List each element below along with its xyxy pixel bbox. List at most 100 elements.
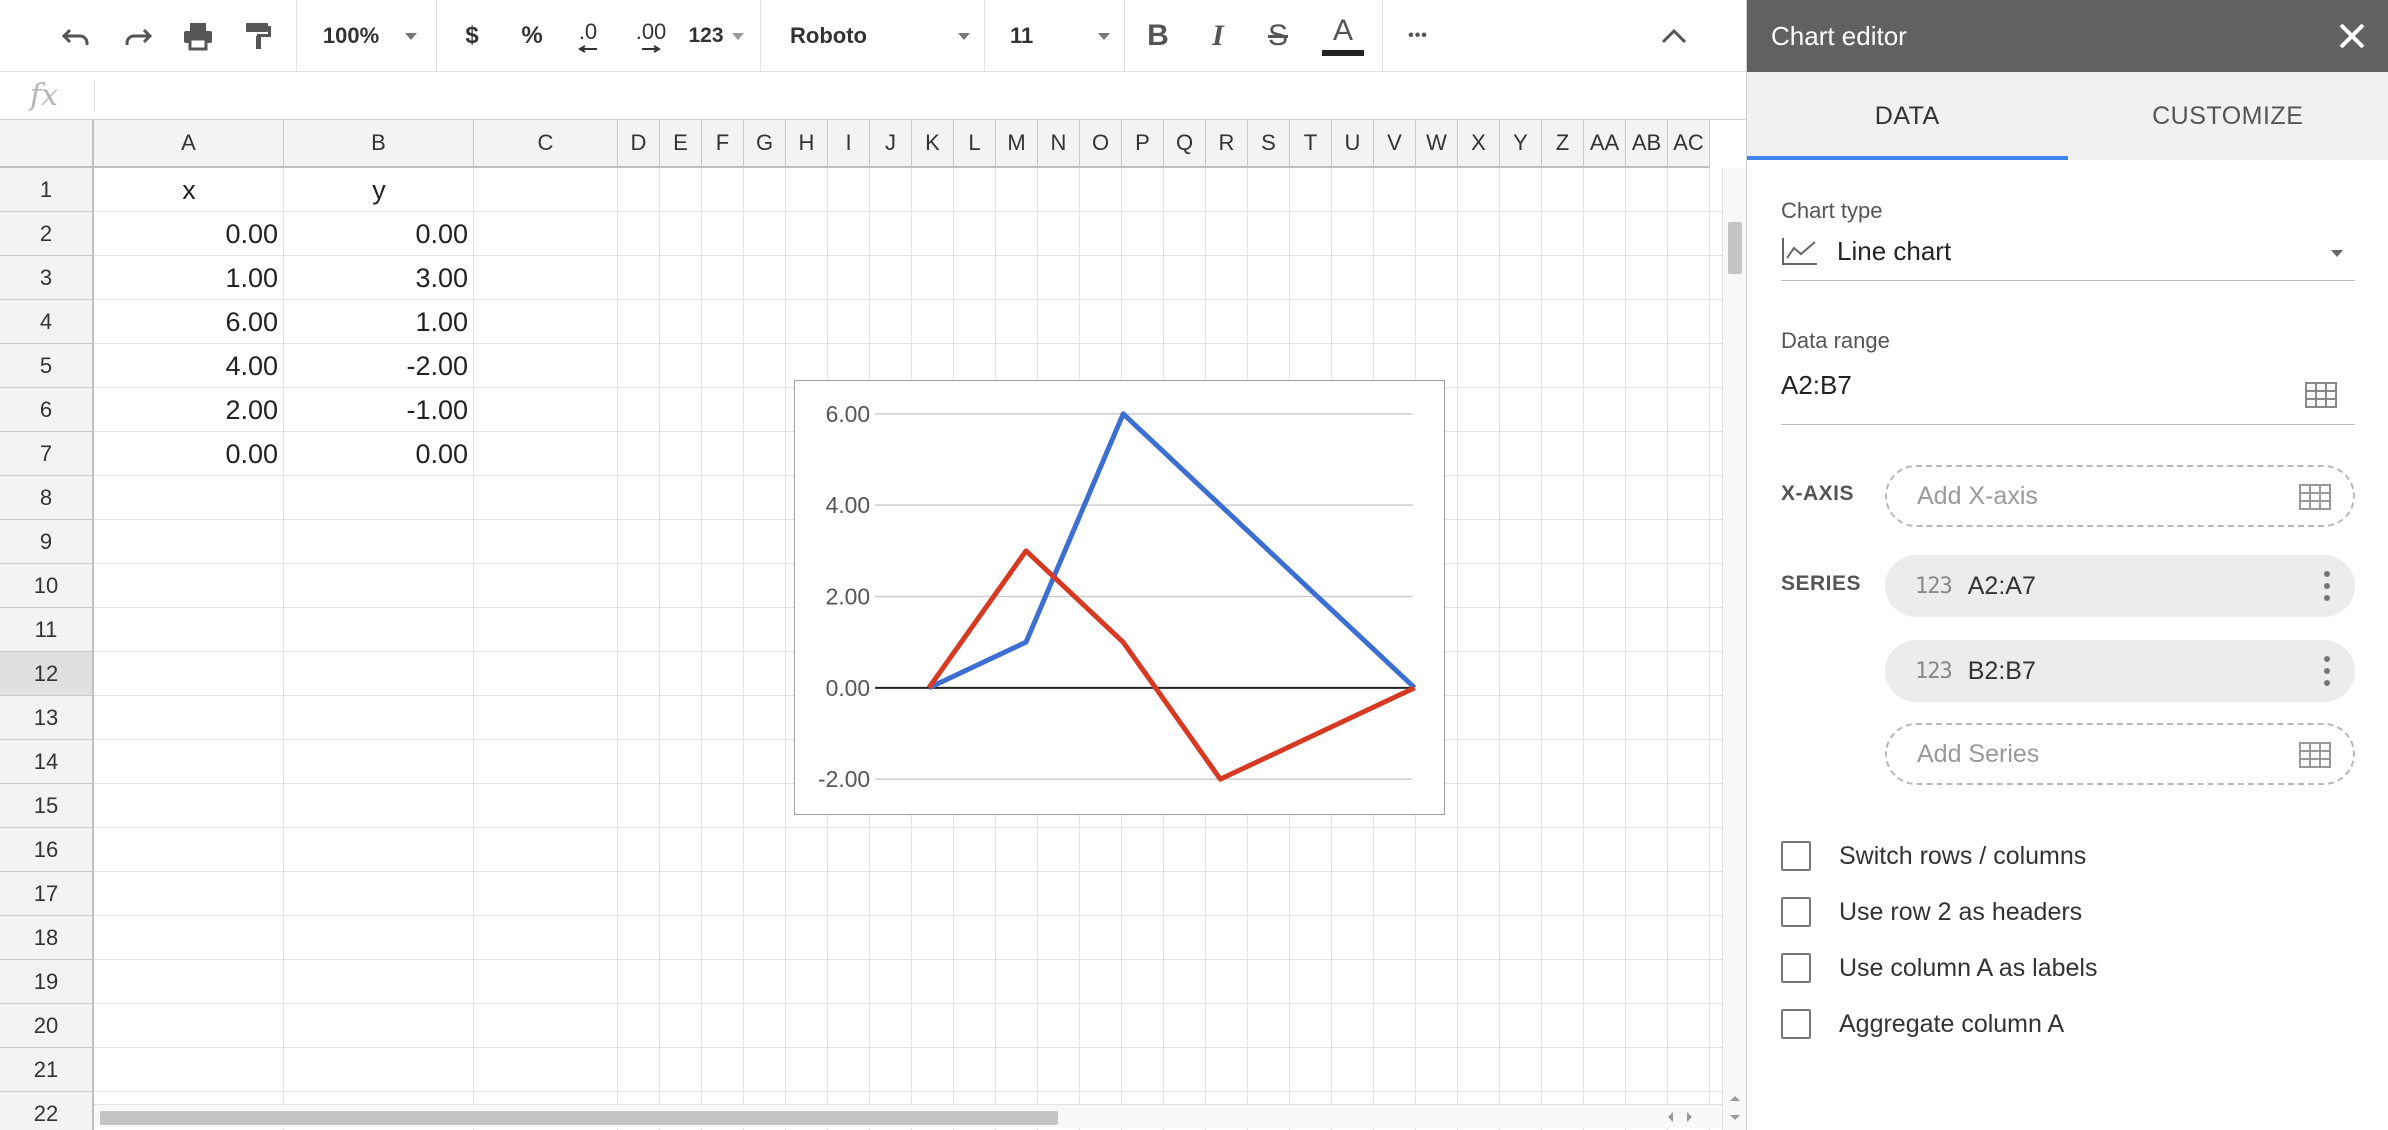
column-header-j[interactable]: J (870, 120, 912, 168)
column-header-k[interactable]: K (912, 120, 954, 168)
cell-a6[interactable]: 2.00 (94, 388, 284, 432)
cell-a5[interactable]: 4.00 (94, 344, 284, 388)
column-header-v[interactable]: V (1374, 120, 1416, 168)
row-header-6[interactable]: 6 (0, 388, 94, 432)
zoom-select[interactable]: 100% (310, 12, 430, 60)
cell-a7[interactable]: 0.00 (94, 432, 284, 476)
row-header-17[interactable]: 17 (0, 872, 94, 916)
cell-b6[interactable]: -1.00 (284, 388, 474, 432)
row-header-7[interactable]: 7 (0, 432, 94, 476)
collapse-toolbar-icon[interactable] (1652, 12, 1696, 60)
font-size-select[interactable]: 11 (1010, 12, 1110, 60)
row-header-19[interactable]: 19 (0, 960, 94, 1004)
column-header-aa[interactable]: AA (1584, 120, 1626, 168)
bold-button[interactable]: B (1136, 12, 1180, 60)
cell-b4[interactable]: 1.00 (284, 300, 474, 344)
data-range-input[interactable]: A2:B7 (1781, 370, 2355, 414)
row-header-9[interactable]: 9 (0, 520, 94, 564)
column-header-b[interactable]: B (284, 120, 474, 168)
currency-button[interactable]: $ (450, 12, 494, 60)
column-header-n[interactable]: N (1038, 120, 1080, 168)
chart-type-select[interactable]: Line chart (1781, 232, 2355, 276)
column-header-p[interactable]: P (1122, 120, 1164, 168)
row-header-22[interactable]: 22 (0, 1092, 94, 1130)
more-formats-button[interactable]: 123 (686, 12, 746, 60)
tab-data[interactable]: DATA (1747, 72, 2068, 160)
row-header-18[interactable]: 18 (0, 916, 94, 960)
checkbox[interactable] (1781, 1009, 1811, 1039)
italic-button[interactable]: I (1196, 12, 1240, 60)
font-select[interactable]: Roboto (790, 12, 970, 60)
column-header-t[interactable]: T (1290, 120, 1332, 168)
line-chart[interactable]: 6.00 4.00 2.00 0.00 -2.00 (794, 380, 1445, 815)
column-header-h[interactable]: H (786, 120, 828, 168)
column-header-a[interactable]: A (94, 120, 284, 168)
row-header-16[interactable]: 16 (0, 828, 94, 872)
horizontal-scroll-thumb[interactable] (100, 1111, 1058, 1125)
vertical-scrollbar[interactable] (1722, 168, 1746, 1130)
row-header-1[interactable]: 1 (0, 168, 94, 212)
row-header-3[interactable]: 3 (0, 256, 94, 300)
use-column-labels-option[interactable]: Use column A as labels (1781, 953, 2097, 983)
column-header-l[interactable]: L (954, 120, 996, 168)
column-header-i[interactable]: I (828, 120, 870, 168)
print-icon[interactable] (176, 12, 220, 60)
strikethrough-button[interactable]: S (1256, 12, 1300, 60)
close-icon[interactable] (2334, 18, 2370, 54)
row-header-8[interactable]: 8 (0, 476, 94, 520)
column-header-c[interactable]: C (474, 120, 618, 168)
column-header-q[interactable]: Q (1164, 120, 1206, 168)
column-header-w[interactable]: W (1416, 120, 1458, 168)
cell-b5[interactable]: -2.00 (284, 344, 474, 388)
horizontal-scrollbar[interactable] (94, 1104, 1722, 1128)
column-header-d[interactable]: D (618, 120, 660, 168)
text-color-button[interactable]: A (1318, 12, 1368, 60)
column-header-m[interactable]: M (996, 120, 1038, 168)
row-header-20[interactable]: 20 (0, 1004, 94, 1048)
add-series-button[interactable]: Add Series (1885, 723, 2355, 785)
row-header-15[interactable]: 15 (0, 784, 94, 828)
column-header-e[interactable]: E (660, 120, 702, 168)
more-vert-icon[interactable] (2323, 571, 2331, 601)
row-header-5[interactable]: 5 (0, 344, 94, 388)
row-header-11[interactable]: 11 (0, 608, 94, 652)
scroll-down-icon[interactable] (1729, 1114, 1741, 1122)
column-header-z[interactable]: Z (1542, 120, 1584, 168)
cell-b3[interactable]: 3.00 (284, 256, 474, 300)
select-range-icon[interactable] (2305, 382, 2337, 408)
row-header-10[interactable]: 10 (0, 564, 94, 608)
row-header-13[interactable]: 13 (0, 696, 94, 740)
checkbox[interactable] (1781, 953, 1811, 983)
series-chip-1[interactable]: 123 A2:A7 (1885, 555, 2355, 617)
percent-button[interactable]: % (510, 12, 554, 60)
use-row-headers-option[interactable]: Use row 2 as headers (1781, 897, 2082, 927)
row-header-2[interactable]: 2 (0, 212, 94, 256)
column-header-ac[interactable]: AC (1668, 120, 1710, 168)
select-all-corner[interactable] (0, 120, 94, 168)
aggregate-column-option[interactable]: Aggregate column A (1781, 1009, 2064, 1039)
column-header-y[interactable]: Y (1500, 120, 1542, 168)
more-vert-icon[interactable] (2323, 656, 2331, 686)
column-header-s[interactable]: S (1248, 120, 1290, 168)
column-header-ab[interactable]: AB (1626, 120, 1668, 168)
checkbox[interactable] (1781, 841, 1811, 871)
more-button[interactable]: ••• (1396, 12, 1440, 60)
add-x-axis-button[interactable]: Add X-axis (1885, 465, 2355, 527)
undo-icon[interactable] (54, 12, 98, 60)
increase-decimals-button[interactable]: .00 (626, 12, 676, 60)
row-header-14[interactable]: 14 (0, 740, 94, 784)
cell-a3[interactable]: 1.00 (94, 256, 284, 300)
column-header-o[interactable]: O (1080, 120, 1122, 168)
cell-a1[interactable]: x (94, 168, 284, 212)
paint-format-icon[interactable] (236, 12, 280, 60)
switch-rows-columns-option[interactable]: Switch rows / columns (1781, 841, 2086, 871)
column-header-u[interactable]: U (1332, 120, 1374, 168)
spreadsheet-grid[interactable]: A B C D E F G H I J K L M N O P Q R S T U V W X Y Z AA AB AC 1234567… (0, 120, 1746, 1130)
scroll-left-icon[interactable] (1666, 1111, 1674, 1123)
vertical-scroll-thumb[interactable] (1728, 222, 1742, 274)
cell-b1[interactable]: y (284, 168, 474, 212)
column-header-x[interactable]: X (1458, 120, 1500, 168)
column-header-f[interactable]: F (702, 120, 744, 168)
cell-b2[interactable]: 0.00 (284, 212, 474, 256)
row-header-21[interactable]: 21 (0, 1048, 94, 1092)
